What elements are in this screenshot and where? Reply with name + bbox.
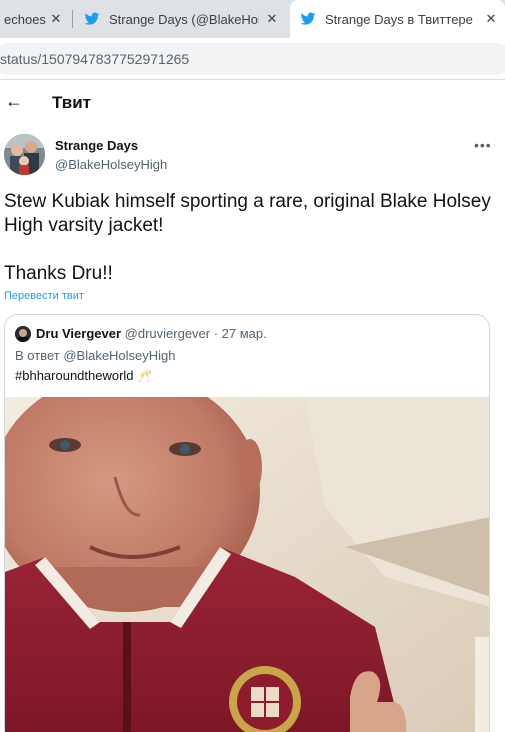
quoted-tweet-photo[interactable] xyxy=(5,397,489,732)
browser-tab-strip: echoes ✕ Strange Days (@BlakeHolseyHigh)… xyxy=(0,0,505,38)
tweet-text-line: Thanks Dru!! xyxy=(4,263,113,284)
quoted-author-handle-date[interactable]: @druviergever · 27 мар. xyxy=(125,326,267,341)
reply-prefix: В ответ xyxy=(15,348,60,363)
close-icon[interactable]: ✕ xyxy=(264,11,280,27)
quoted-avatar-photo xyxy=(15,326,31,342)
cheers-emoji-icon: 🥂 xyxy=(137,369,153,383)
author-avatar[interactable] xyxy=(4,134,45,175)
address-bar-row: status/1507947837752971265 xyxy=(0,38,505,80)
tab-title: Strange Days (@BlakeHolseyHigh) xyxy=(109,11,259,27)
author-name[interactable]: Strange Days xyxy=(55,138,138,153)
translate-tweet-link[interactable]: Перевести твит xyxy=(4,290,84,302)
tweet-text-line: Stew Kubiak himself sporting a rare, ori… xyxy=(4,191,491,236)
twitter-header: ← Твит xyxy=(0,81,505,125)
photo-man-varsity-jacket xyxy=(5,397,489,732)
quoted-reply-context: В ответ @BlakeHolseyHigh xyxy=(15,348,176,363)
avatar-photo xyxy=(4,134,45,175)
tab-title: echoes xyxy=(4,11,46,27)
back-arrow-icon[interactable]: ← xyxy=(5,91,23,112)
more-icon[interactable]: ••• xyxy=(474,137,492,153)
close-icon[interactable]: ✕ xyxy=(483,11,499,27)
quoted-author-name[interactable]: Dru Viergever xyxy=(36,326,121,341)
address-bar[interactable]: status/1507947837752971265 xyxy=(0,43,505,75)
tweet-text: Stew Kubiak himself sporting a rare, ori… xyxy=(4,190,494,286)
browser-tab-strange-days-tweet-active[interactable]: Strange Days в Твиттере ✕ xyxy=(290,0,505,38)
browser-tab-echoes[interactable]: echoes ✕ xyxy=(0,0,70,38)
quoted-tweet-card[interactable]: Dru Viergever @druviergever · 27 мар. В … xyxy=(4,314,490,732)
page-title: Твит xyxy=(52,93,91,112)
close-icon[interactable]: ✕ xyxy=(48,11,64,27)
tab-title: Strange Days в Твиттере xyxy=(325,11,473,27)
twitter-bird-icon xyxy=(300,12,316,25)
quoted-author-avatar[interactable] xyxy=(15,326,31,342)
twitter-bird-icon xyxy=(84,12,100,25)
browser-tab-strange-days-profile[interactable]: Strange Days (@BlakeHolseyHigh) ✕ xyxy=(74,0,286,38)
quoted-tweet-text: #bhharoundtheworld 🥂 xyxy=(15,368,152,383)
quoted-tweet-header: Dru Viergever @druviergever · 27 мар. xyxy=(36,326,267,341)
hashtag-link[interactable]: #bhharoundtheworld xyxy=(15,368,134,383)
author-handle[interactable]: @BlakeHolseyHigh xyxy=(55,157,167,172)
reply-mention[interactable]: @BlakeHolseyHigh xyxy=(63,348,175,363)
tab-separator xyxy=(72,10,73,28)
